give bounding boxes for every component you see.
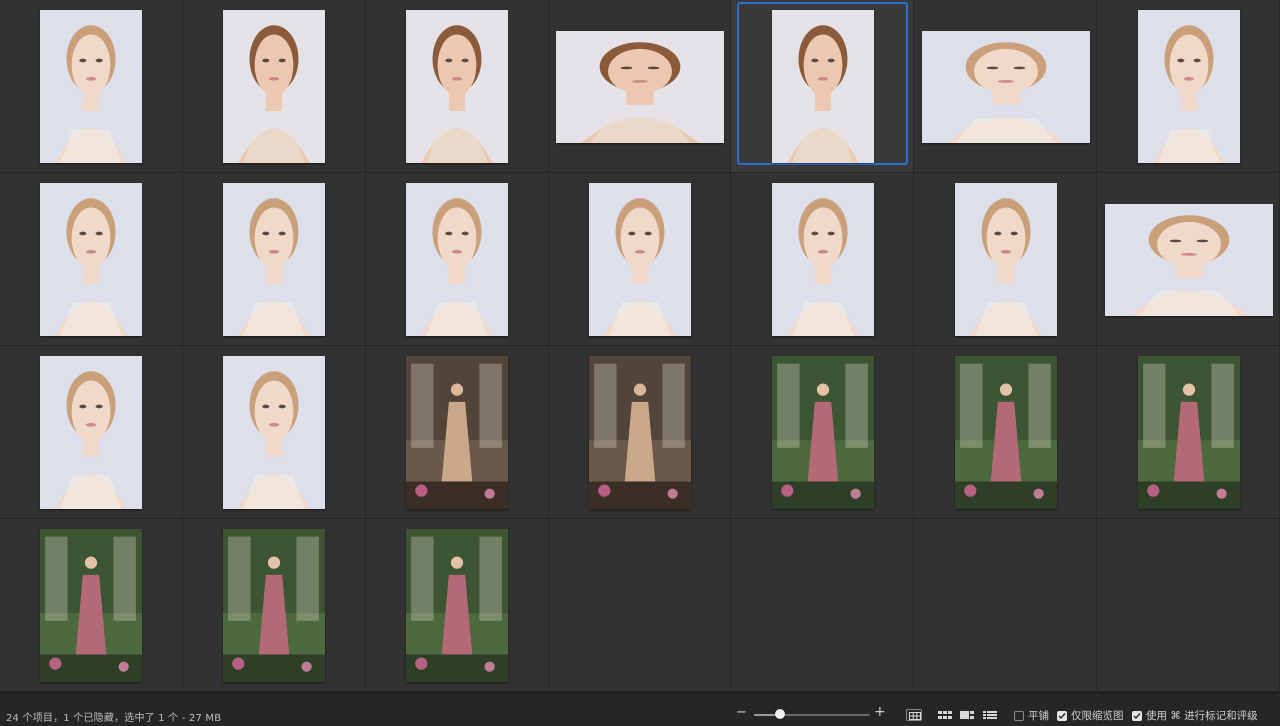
thumbnail-portrait-profile-down[interactable]: [406, 183, 509, 336]
compact-grid-view-icon[interactable]: [937, 709, 953, 721]
thumbnail-navy-lace-gown-garden[interactable]: [406, 529, 509, 682]
thumbnail-three-gowns-garden[interactable]: [1137, 356, 1240, 509]
thumbnail-gown-by-windows[interactable]: [406, 356, 509, 509]
thumbnail-closeup-hand-in-hair[interactable]: [555, 30, 724, 143]
grid-cell[interactable]: [0, 173, 183, 346]
status-bar: 24 个项目，1 个已隐藏，选中了 1 个 - 27 MB − + 平铺 仅限缩…: [0, 692, 1280, 726]
grid-cell[interactable]: [0, 519, 183, 692]
grid-cell[interactable]: [182, 0, 366, 173]
zoom-in-button[interactable]: +: [874, 704, 886, 720]
thumbnail-dress-in-garden-1[interactable]: [771, 356, 874, 509]
grid-cell[interactable]: [1097, 173, 1280, 346]
thumbnails-only-checkbox[interactable]: [1057, 710, 1067, 721]
use-command-label: 使用 ⌘ 进行标记和评级: [1146, 710, 1258, 722]
thumbnail-portrait-blonde-hand-chin[interactable]: [40, 356, 143, 509]
grid-cell[interactable]: [0, 346, 183, 519]
thumbnail-portrait-shoulder[interactable]: [1137, 10, 1240, 163]
thumbnail-portrait-long-hair-3[interactable]: [771, 10, 874, 163]
grid-cell[interactable]: [548, 173, 732, 346]
grid-cell[interactable]: [182, 519, 366, 692]
use-command-checkbox[interactable]: [1132, 710, 1142, 721]
thumbnail-two-models-windows[interactable]: [588, 356, 691, 509]
grid-cell[interactable]: [365, 173, 549, 346]
thumbnail-grid: [0, 0, 1280, 692]
zoom-slider-knob[interactable]: [774, 709, 785, 719]
thumbnail-portrait-hands-neck[interactable]: [954, 183, 1057, 336]
thumbnails-only-label: 仅限缩览图: [1071, 710, 1124, 722]
tile-checkbox[interactable]: [1014, 710, 1024, 721]
list-view-icon[interactable]: [982, 709, 998, 721]
thumbnail-ponytail-with-spray[interactable]: [921, 30, 1090, 143]
thumbnail-dress-in-garden-2[interactable]: [954, 356, 1057, 509]
zoom-out-button[interactable]: −: [736, 705, 747, 720]
thumbnail-blonde-red-dress-garden[interactable]: [223, 529, 326, 682]
thumbnail-portrait-smile[interactable]: [771, 183, 874, 336]
grid-cell[interactable]: [731, 519, 915, 692]
grid-cell[interactable]: [914, 519, 1098, 692]
grid-cell[interactable]: [1097, 346, 1280, 519]
grid-cell[interactable]: [182, 173, 366, 346]
grid-cell[interactable]: [548, 346, 732, 519]
thumbnail-two-models-closeup[interactable]: [1104, 203, 1273, 316]
grid-cell[interactable]: [548, 0, 732, 173]
thumbnail-portrait-long-hair-1[interactable]: [223, 10, 326, 163]
grid-cell[interactable]: [182, 346, 366, 519]
thumbnail-portrait-long-hair-2[interactable]: [406, 10, 509, 163]
thumbnail-portrait-hands-face-blonde[interactable]: [40, 10, 143, 163]
grid-cell[interactable]: [731, 0, 915, 173]
grid-cell[interactable]: [0, 0, 183, 173]
thumbnail-portrait-eyes-closed[interactable]: [223, 183, 326, 336]
zoom-control: − +: [736, 704, 886, 721]
thumbnails-only-option[interactable]: 仅限缩览图: [1057, 708, 1124, 723]
filmstrip-view-icon[interactable]: [959, 709, 975, 721]
grid-cell[interactable]: [1097, 519, 1280, 692]
grid-cell[interactable]: [1097, 0, 1280, 173]
grid-cell[interactable]: [914, 0, 1098, 173]
tile-label: 平铺: [1028, 710, 1049, 722]
thumbnail-blonde-eye-patch[interactable]: [223, 356, 326, 509]
grid-cell[interactable]: [365, 0, 549, 173]
grid-cell[interactable]: [548, 519, 732, 692]
thumbnail-three-models-flowers[interactable]: [40, 529, 143, 682]
grid-cell[interactable]: [365, 346, 549, 519]
grid-cell[interactable]: [731, 346, 915, 519]
thumbnail-portrait-bun-1[interactable]: [40, 183, 143, 336]
tile-option[interactable]: 平铺: [1014, 708, 1049, 723]
grid-cell[interactable]: [914, 346, 1098, 519]
status-text: 24 个项目，1 个已隐藏，选中了 1 个 - 27 MB: [6, 713, 222, 724]
thumbnail-portrait-hand-on-cheek[interactable]: [588, 183, 691, 336]
grid-cell[interactable]: [731, 173, 915, 346]
grid-cell[interactable]: [914, 173, 1098, 346]
use-command-option[interactable]: 使用 ⌘ 进行标记和评级: [1132, 708, 1258, 723]
grid-view-icon[interactable]: [906, 709, 922, 721]
grid-cell[interactable]: [365, 519, 549, 692]
